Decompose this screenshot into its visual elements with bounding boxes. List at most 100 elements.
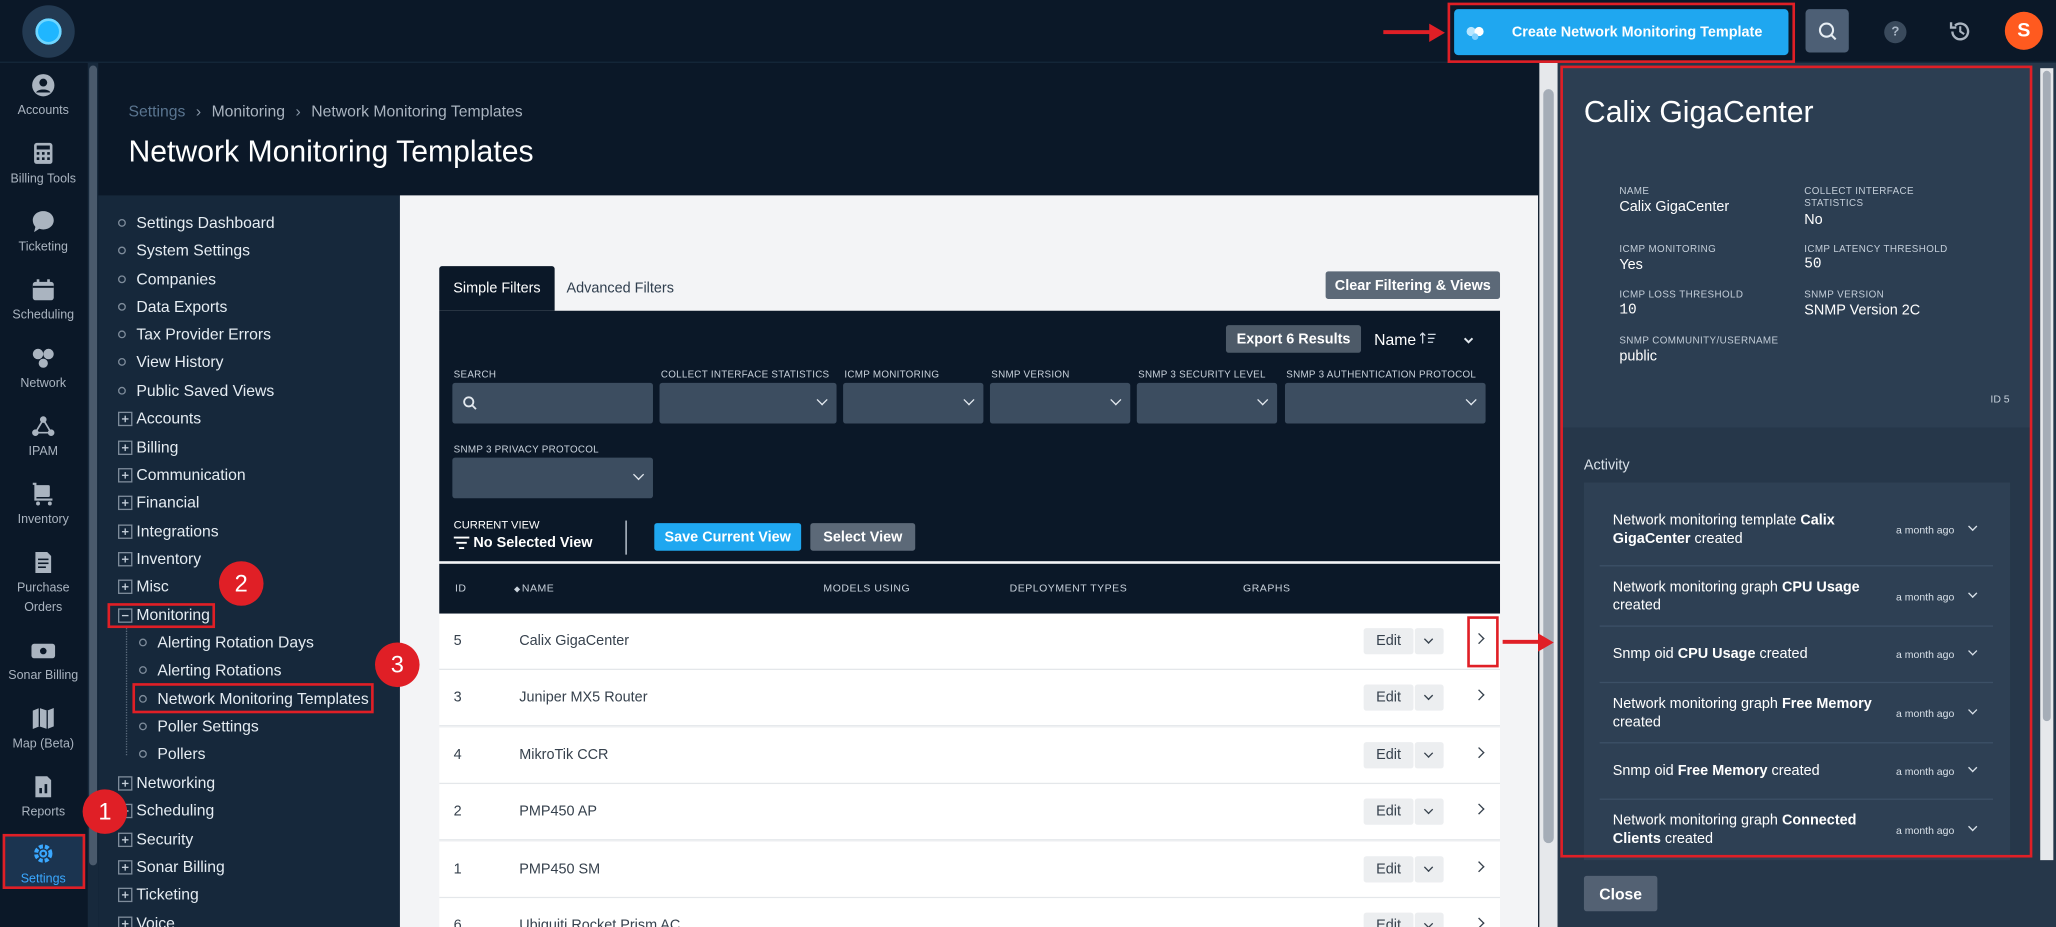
tree-item-settings-dashboard[interactable]: Settings Dashboard bbox=[118, 212, 275, 233]
select-view-button[interactable]: Select View bbox=[810, 523, 916, 551]
column-id[interactable]: ID bbox=[455, 582, 467, 594]
table-row[interactable]: 1 PMP450 SM Edit bbox=[439, 841, 1501, 899]
expand-icon[interactable] bbox=[118, 859, 133, 874]
tree-group-misc[interactable]: Misc bbox=[118, 576, 169, 597]
expand-icon[interactable] bbox=[118, 915, 133, 927]
tree-group-scheduling[interactable]: Scheduling bbox=[118, 800, 214, 821]
expand-icon[interactable] bbox=[118, 523, 133, 539]
tree-item-pollers[interactable]: Pollers bbox=[138, 743, 205, 764]
history-icon[interactable] bbox=[1947, 18, 1973, 44]
sort-order-icon[interactable] bbox=[1419, 332, 1436, 348]
table-row[interactable]: 5 Calix GigaCenter Edit bbox=[439, 613, 1501, 671]
tree-group-integrations[interactable]: Integrations bbox=[118, 521, 219, 542]
edit-button[interactable]: Edit bbox=[1363, 628, 1414, 655]
edit-button[interactable]: Edit bbox=[1363, 912, 1414, 927]
search-input[interactable] bbox=[452, 382, 653, 424]
tree-item-system-settings[interactable]: System Settings bbox=[118, 240, 250, 261]
rail-item-billing-tools[interactable]: Billing Tools bbox=[0, 139, 87, 190]
tree-group-inventory[interactable]: Inventory bbox=[118, 548, 201, 569]
clear-filtering-button[interactable]: Clear Filtering & Views bbox=[1325, 271, 1501, 299]
tree-group-voice[interactable]: Voice bbox=[118, 913, 175, 927]
expand-icon[interactable] bbox=[118, 775, 133, 790]
rail-item-ticketing[interactable]: Ticketing bbox=[0, 207, 87, 258]
panel-scrollbar[interactable] bbox=[2040, 68, 2054, 861]
expand-icon[interactable] bbox=[118, 467, 133, 482]
expand-icon[interactable] bbox=[118, 411, 133, 426]
expand-icon[interactable] bbox=[118, 578, 133, 594]
rail-item-sonar-billing[interactable]: Sonar Billing bbox=[0, 636, 87, 687]
tree-item-public-saved-views[interactable]: Public Saved Views bbox=[118, 380, 274, 401]
column-deployment-types[interactable]: DEPLOYMENT TYPES bbox=[1010, 582, 1128, 594]
edit-button[interactable]: Edit bbox=[1363, 684, 1414, 711]
export-results-button[interactable]: Export 6 Results bbox=[1225, 325, 1362, 353]
tree-item-tax-provider-errors[interactable]: Tax Provider Errors bbox=[118, 324, 271, 345]
breadcrumb-monitoring[interactable]: Monitoring bbox=[212, 102, 285, 120]
column-name[interactable]: ◆NAME bbox=[514, 582, 554, 594]
user-avatar[interactable]: S bbox=[2004, 11, 2043, 50]
tree-item-view-history[interactable]: View History bbox=[118, 351, 224, 372]
expand-icon[interactable] bbox=[118, 551, 133, 566]
edit-menu-button[interactable] bbox=[1414, 742, 1444, 769]
rail-item-network[interactable]: Network bbox=[0, 344, 87, 395]
tree-group-billing[interactable]: Billing bbox=[118, 437, 178, 458]
tree-group-ticketing[interactable]: Ticketing bbox=[118, 884, 199, 905]
main-scrollbar[interactable] bbox=[1539, 62, 1558, 927]
rail-item-map[interactable]: Map (Beta) bbox=[0, 704, 87, 755]
chevron-down-icon[interactable] bbox=[1462, 330, 1475, 344]
edit-menu-button[interactable] bbox=[1414, 912, 1444, 927]
tree-item-companies[interactable]: Companies bbox=[118, 269, 216, 290]
rail-item-reports[interactable]: Reports bbox=[0, 772, 87, 823]
save-current-view-button[interactable]: Save Current View bbox=[654, 523, 802, 551]
rail-item-ipam[interactable]: IPAM bbox=[0, 412, 87, 463]
edit-menu-button[interactable] bbox=[1414, 798, 1444, 825]
snmp3-privacy-select[interactable] bbox=[452, 457, 653, 499]
close-button[interactable]: Close bbox=[1583, 875, 1658, 912]
table-row[interactable]: 6 Ubiquiti Rocket Prism AC Edit bbox=[439, 898, 1501, 927]
chevron-right-icon[interactable] bbox=[1473, 861, 1485, 873]
edit-menu-button[interactable] bbox=[1414, 856, 1444, 883]
expand-icon[interactable] bbox=[118, 887, 133, 902]
chevron-right-icon[interactable] bbox=[1473, 689, 1485, 701]
chevron-right-icon[interactable] bbox=[1473, 803, 1485, 815]
snmp3-auth-select[interactable] bbox=[1284, 382, 1486, 424]
table-row[interactable]: 2 PMP450 AP Edit bbox=[439, 784, 1501, 841]
table-row[interactable]: 4 MikroTik CCR Edit bbox=[439, 727, 1501, 785]
tree-group-security[interactable]: Security bbox=[118, 829, 193, 850]
edit-button[interactable]: Edit bbox=[1363, 742, 1414, 769]
tree-group-networking[interactable]: Networking bbox=[118, 772, 215, 793]
chevron-right-icon[interactable] bbox=[1473, 917, 1485, 927]
expand-icon[interactable] bbox=[118, 831, 133, 847]
sort-field[interactable]: Name bbox=[1374, 330, 1416, 348]
column-graphs[interactable]: GRAPHS bbox=[1243, 582, 1290, 594]
breadcrumb-settings[interactable]: Settings bbox=[128, 102, 185, 120]
chevron-right-icon[interactable] bbox=[1473, 747, 1485, 759]
collect-interface-select[interactable] bbox=[659, 382, 837, 424]
column-models-using[interactable]: MODELS USING bbox=[823, 582, 910, 594]
tab-advanced-filters[interactable]: Advanced Filters bbox=[555, 266, 686, 311]
edit-menu-button[interactable] bbox=[1414, 628, 1444, 655]
rail-item-purchase-orders[interactable]: Purchase Orders bbox=[0, 548, 87, 618]
table-row[interactable]: 3 Juniper MX5 Router Edit bbox=[439, 670, 1501, 727]
edit-menu-button[interactable] bbox=[1414, 684, 1444, 711]
expand-icon[interactable] bbox=[118, 494, 133, 510]
tree-item-alerting-rotation-days[interactable]: Alerting Rotation Days bbox=[138, 632, 314, 653]
tree-group-sonar-billing[interactable]: Sonar Billing bbox=[118, 856, 225, 877]
rail-item-scheduling[interactable]: Scheduling bbox=[0, 275, 87, 326]
edit-button[interactable]: Edit bbox=[1363, 856, 1414, 883]
rail-item-settings-label[interactable]: Settings bbox=[0, 839, 87, 890]
tree-group-accounts[interactable]: Accounts bbox=[118, 408, 201, 429]
global-search-button[interactable] bbox=[1805, 9, 1849, 53]
help-icon[interactable]: ? bbox=[1884, 20, 1907, 44]
tree-item-poller-settings[interactable]: Poller Settings bbox=[138, 716, 259, 737]
snmp-version-select[interactable] bbox=[989, 382, 1131, 424]
rail-item-accounts[interactable]: Accounts bbox=[0, 71, 87, 122]
rail-item-inventory[interactable]: Inventory bbox=[0, 480, 87, 531]
expand-icon[interactable] bbox=[118, 439, 133, 455]
edit-button[interactable]: Edit bbox=[1363, 798, 1414, 825]
icmp-monitoring-select[interactable] bbox=[843, 382, 984, 424]
tree-item-data-exports[interactable]: Data Exports bbox=[118, 296, 227, 317]
tab-simple-filters[interactable]: Simple Filters bbox=[439, 266, 555, 311]
app-logo[interactable] bbox=[22, 5, 75, 58]
tree-group-financial[interactable]: Financial bbox=[118, 492, 199, 513]
snmp3-security-select[interactable] bbox=[1136, 382, 1278, 424]
